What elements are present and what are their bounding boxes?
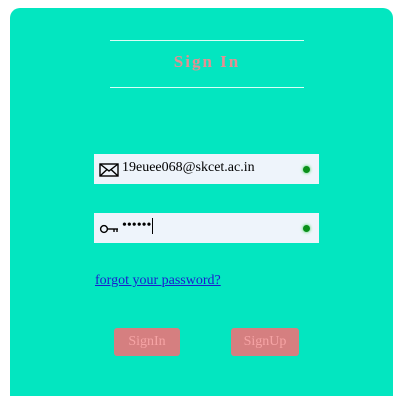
email-value: 19euee068@skcet.ac.in xyxy=(122,160,255,175)
signup-button[interactable]: SignUp xyxy=(231,328,299,356)
password-status-dot xyxy=(303,225,310,232)
page-title: Sign In xyxy=(173,52,241,71)
password-value: •••••• xyxy=(122,218,154,234)
password-mask: •••••• xyxy=(122,218,152,234)
title-block: Sign In xyxy=(110,40,304,88)
password-field[interactable]: •••••• xyxy=(94,213,319,243)
text-caret xyxy=(152,218,154,234)
signin-button[interactable]: SignIn xyxy=(114,328,180,356)
email-field[interactable]: 19euee068@skcet.ac.in xyxy=(94,154,319,184)
email-status-dot xyxy=(303,166,310,173)
signin-card: Sign In 19euee068@skcet.ac.in •••••• for… xyxy=(10,8,393,396)
forgot-password-link[interactable]: forgot your password? xyxy=(95,273,221,289)
key-icon xyxy=(99,222,119,236)
envelope-icon xyxy=(99,163,119,177)
